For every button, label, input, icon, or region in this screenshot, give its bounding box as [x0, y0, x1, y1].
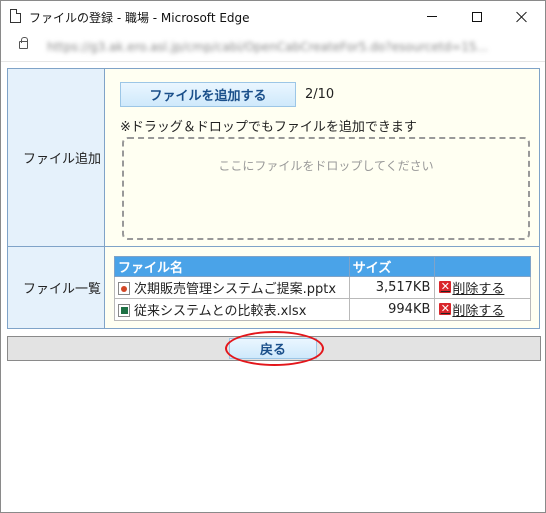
file-name: 従来システムとの比較表.xlsx — [134, 303, 307, 319]
delete-label: 削除する — [452, 303, 505, 319]
title-bar: ファイルの登録 - 職場 - Microsoft Edge — [1, 1, 545, 32]
pptx-file-icon — [118, 281, 130, 295]
file-list-label: ファイル一覧 — [7, 246, 105, 329]
lock-icon — [19, 37, 28, 49]
file-add-cell: ファイルを追加する 2/10 ※ドラッグ＆ドロップでもファイルを追加できます こ… — [104, 68, 540, 247]
delete-label: 削除する — [452, 281, 505, 297]
window-title: ファイルの登録 - 職場 - Microsoft Edge — [29, 11, 250, 25]
url-text: https://g3.ak.ero.asl.jp/cmp/cabi/OpenCa… — [47, 40, 488, 54]
file-name: 次期販売管理システムご提案.pptx — [134, 281, 337, 297]
close-button[interactable] — [499, 1, 545, 32]
file-list-table: ファイル名 サイズ 次期販売管理システムご提案.pptx 3,517KB ✕ 削除… — [114, 255, 531, 321]
delete-file-link[interactable]: ✕ 削除する — [439, 278, 504, 297]
drop-zone-text: ここにファイルをドロップしてください — [218, 158, 434, 173]
minimize-icon — [427, 16, 437, 17]
add-file-button[interactable]: ファイルを追加する — [120, 81, 296, 107]
maximize-icon — [472, 11, 482, 22]
back-button[interactable]: 戻る — [229, 338, 317, 359]
file-size: 3,517KB — [348, 275, 436, 299]
close-icon — [516, 11, 528, 23]
page-icon — [10, 9, 21, 23]
file-count: 2/10 — [305, 86, 335, 102]
table-row: 従来システムとの比較表.xlsx 994KB ✕ 削除する — [114, 297, 531, 321]
header-file-name: ファイル名 — [114, 255, 350, 277]
file-add-row: ファイル追加 ファイルを追加する 2/10 ※ドラッグ＆ドロップでもファイルを追… — [7, 68, 540, 247]
address-bar[interactable]: https://g3.ak.ero.asl.jp/cmp/cabi/OpenCa… — [1, 32, 545, 62]
file-size: 994KB — [348, 297, 436, 321]
delete-file-link[interactable]: ✕ 削除する — [439, 300, 504, 319]
file-table-header: ファイル名 サイズ — [114, 255, 531, 277]
maximize-button[interactable] — [454, 1, 500, 32]
delete-x-icon: ✕ — [439, 302, 452, 315]
file-list-row: ファイル一覧 ファイル名 サイズ 次期販売管理システムご提案.pptx 3,51… — [7, 246, 540, 329]
xlsx-file-icon — [118, 303, 130, 317]
drag-drop-note: ※ドラッグ＆ドロップでもファイルを追加できます — [120, 119, 417, 135]
file-form-table: ファイル追加 ファイルを追加する 2/10 ※ドラッグ＆ドロップでもファイルを追… — [7, 68, 540, 329]
file-list-cell: ファイル名 サイズ 次期販売管理システムご提案.pptx 3,517KB ✕ 削除… — [104, 246, 540, 329]
header-action — [434, 255, 531, 277]
file-drop-zone[interactable]: ここにファイルをドロップしてください — [122, 136, 530, 240]
header-size: サイズ — [348, 255, 436, 277]
browser-window: ファイルの登録 - 職場 - Microsoft Edge https://g3… — [0, 0, 546, 513]
table-row: 次期販売管理システムご提案.pptx 3,517KB ✕ 削除する — [114, 275, 531, 299]
file-add-label: ファイル追加 — [7, 68, 105, 247]
minimize-button[interactable] — [409, 1, 455, 32]
delete-x-icon: ✕ — [439, 280, 452, 293]
